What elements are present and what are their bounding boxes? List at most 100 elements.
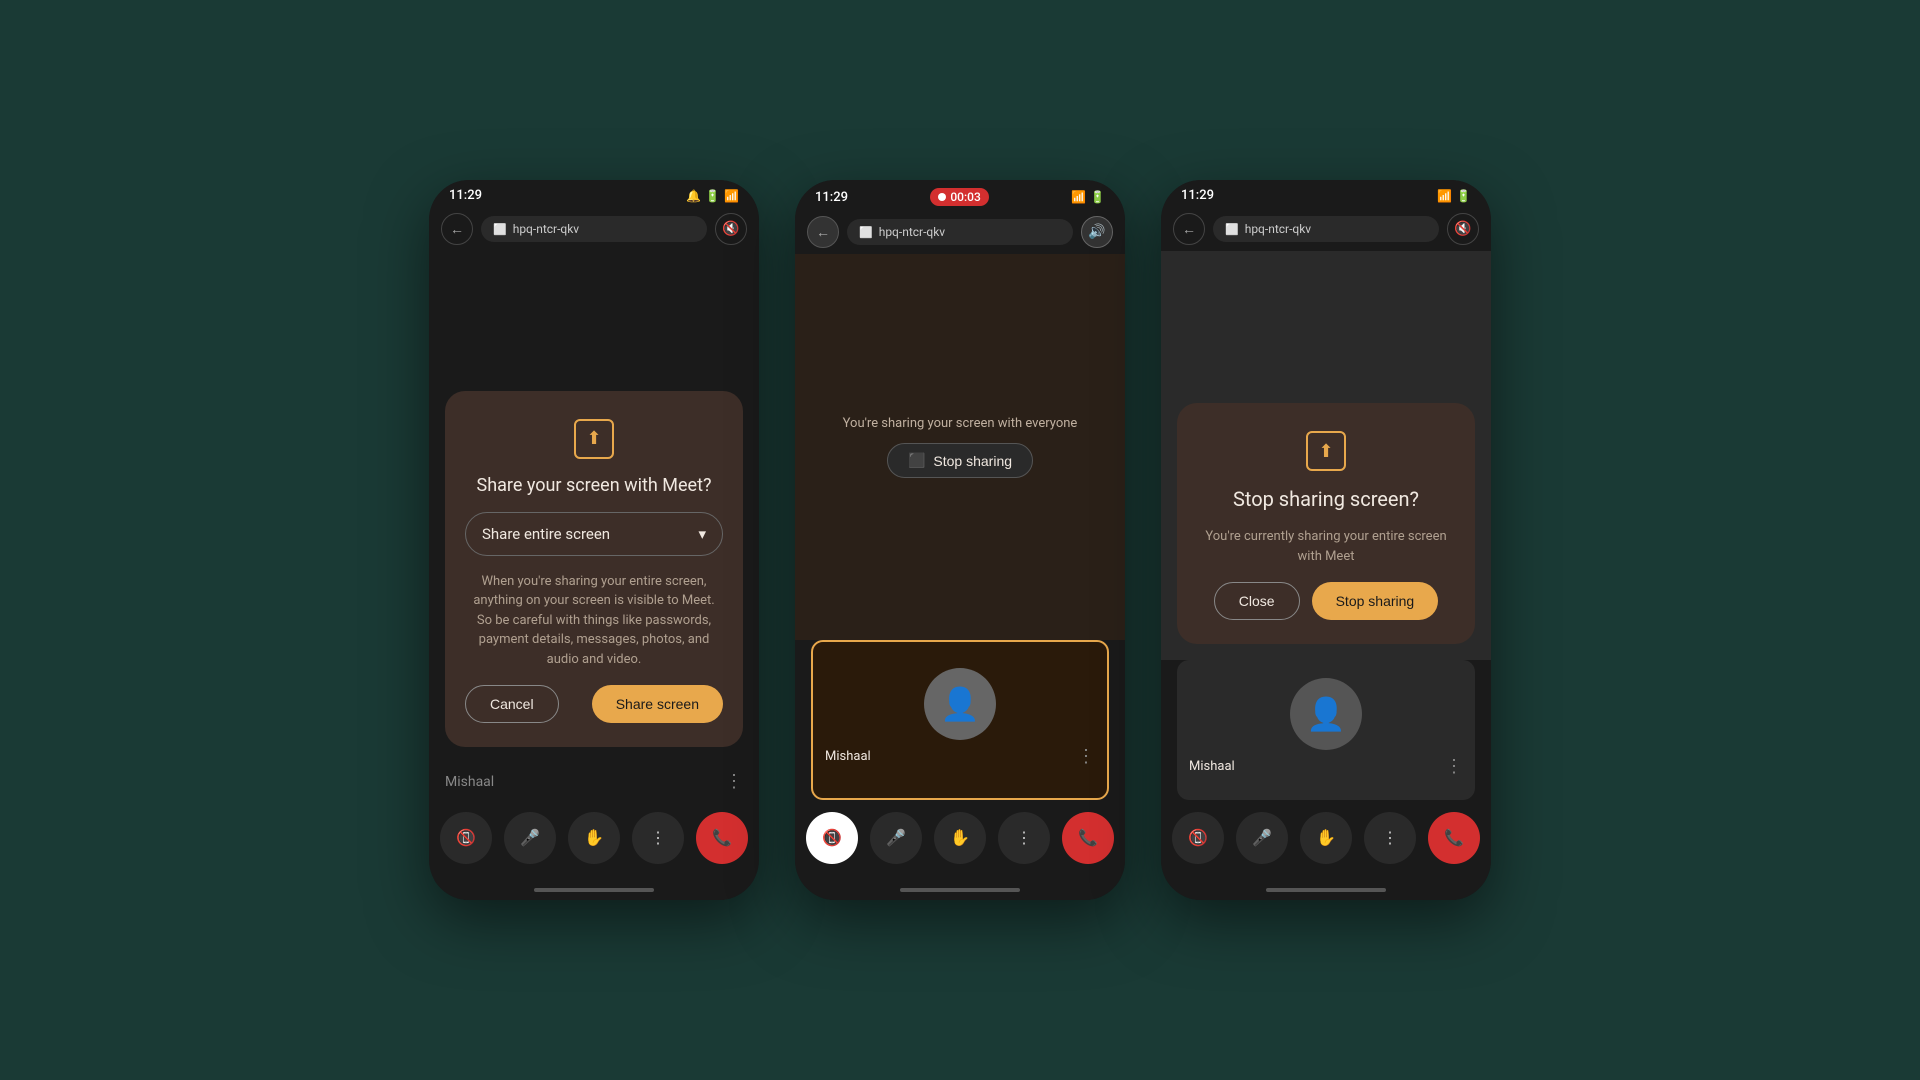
url-bar-1[interactable]: ⬜ hpq-ntcr-qkv [481, 216, 707, 242]
url-text-2: hpq-ntcr-qkv [879, 225, 945, 239]
home-indicator-2 [795, 880, 1125, 900]
share-screen-button[interactable]: Share screen [592, 685, 723, 723]
stop-sharing-confirm-button[interactable]: Stop sharing [1312, 582, 1439, 620]
dropdown-label: Share entire screen [482, 525, 610, 543]
battery-icon: 🔋 [705, 189, 720, 203]
hand-icon-1: ✋ [584, 828, 604, 848]
time-1: 11:29 [449, 188, 482, 203]
home-bar-3 [1266, 888, 1386, 892]
participant-info-3: Mishaal ⋮ [1177, 750, 1475, 783]
hand-button-3[interactable]: ✋ [1300, 812, 1352, 864]
stop-share-icon: ⬆ [1306, 431, 1346, 471]
upload-icon: ⬆ [586, 428, 601, 449]
close-button-3[interactable]: Close [1214, 582, 1300, 620]
end-call-button-2[interactable]: 📞 [1062, 812, 1114, 864]
participant-name-3: Mishaal [1189, 759, 1235, 774]
end-call-button-3[interactable]: 📞 [1428, 812, 1480, 864]
participant-card-3: 👤 Mishaal ⋮ [1177, 660, 1475, 800]
stop-sharing-dialog: ⬆ Stop sharing screen? You're currently … [1177, 403, 1475, 644]
url-bar-3[interactable]: ⬜ hpq-ntcr-qkv [1213, 216, 1439, 242]
controls-2: 📵 🎤 ✋ ⋮ 📞 [795, 800, 1125, 880]
phone-content-3: ⬆ Stop sharing screen? You're currently … [1161, 251, 1491, 800]
recording-dot [938, 193, 946, 201]
hand-icon-3: ✋ [1316, 828, 1336, 848]
participant-more-3[interactable]: ⋮ [1445, 756, 1463, 777]
camera-button-1[interactable]: 📵 [440, 812, 492, 864]
phone-content-2: You're sharing your screen with everyone… [795, 254, 1125, 800]
mic-button-1[interactable]: 🎤 [504, 812, 556, 864]
sound-button-1[interactable]: 🔇 [715, 213, 747, 245]
home-indicator-1 [429, 880, 759, 900]
back-button-2[interactable]: ← [807, 216, 839, 248]
back-arrow-icon-3: ← [1182, 221, 1196, 238]
end-call-icon-2: 📞 [1078, 828, 1098, 848]
avatar-2: 👤 [924, 668, 996, 740]
end-call-icon-1: 📞 [712, 828, 732, 848]
more-options-1[interactable]: ⋮ [725, 771, 743, 792]
hand-button-2[interactable]: ✋ [934, 812, 986, 864]
phone-1: 11:29 🔔 🔋 📶 ← ⬜ hpq-ntcr-qkv 🔇 [429, 180, 759, 900]
modal-overlay-1: ⬆ Share your screen with Meet? Share ent… [429, 251, 759, 763]
mic-button-3[interactable]: 🎤 [1236, 812, 1288, 864]
battery-icon-2: 🔋 [1090, 190, 1105, 204]
nav-bar-3: ← ⬜ hpq-ntcr-qkv 🔇 [1161, 207, 1491, 251]
more-button-2[interactable]: ⋮ [998, 812, 1050, 864]
status-icons-3: 📶 🔋 [1437, 189, 1471, 203]
back-button-1[interactable]: ← [441, 213, 473, 245]
dialog-title: Share your screen with Meet? [477, 475, 712, 496]
phone-3: 11:29 📶 🔋 ← ⬜ hpq-ntcr-qkv 🔇 ⬆ [1161, 180, 1491, 900]
camera-button-3[interactable]: 📵 [1172, 812, 1224, 864]
chevron-down-icon: ▾ [698, 525, 706, 543]
status-bar-3: 11:29 📶 🔋 [1161, 180, 1491, 207]
back-arrow-icon-1: ← [450, 221, 464, 238]
home-bar-1 [534, 888, 654, 892]
stop-dialog-title: Stop sharing screen? [1233, 487, 1419, 511]
screen-type-dropdown[interactable]: Share entire screen ▾ [465, 512, 723, 556]
end-call-icon-3: 📞 [1444, 828, 1464, 848]
nav-bar-2: ← ⬜ hpq-ntcr-qkv 🔊 [795, 210, 1125, 254]
home-bar-2 [900, 888, 1020, 892]
status-bar-2: 11:29 00:03 📶 🔋 [795, 180, 1125, 210]
mic-icon-3: 🎤 [1252, 828, 1272, 848]
mic-icon-2: 🎤 [886, 828, 906, 848]
nav-bar-1: ← ⬜ hpq-ntcr-qkv 🔇 [429, 207, 759, 251]
more-button-1[interactable]: ⋮ [632, 812, 684, 864]
sound-icon-1: 🔇 [722, 221, 739, 237]
more-icon-2: ⋮ [1016, 828, 1032, 848]
status-icons-1: 🔔 🔋 📶 [686, 189, 739, 203]
mic-button-2[interactable]: 🎤 [870, 812, 922, 864]
wifi-icon-3: 📶 [1437, 189, 1452, 203]
more-icon-3: ⋮ [1382, 828, 1398, 848]
participant-more-2[interactable]: ⋮ [1077, 746, 1095, 767]
camera-button-2[interactable]: 📵 [806, 812, 858, 864]
phone-content-1: ⬆ Share your screen with Meet? Share ent… [429, 251, 759, 763]
share-warning-text: When you're sharing your entire screen, … [465, 572, 723, 670]
share-dialog: ⬆ Share your screen with Meet? Share ent… [445, 391, 743, 748]
back-button-3[interactable]: ← [1173, 213, 1205, 245]
hand-button-1[interactable]: ✋ [568, 812, 620, 864]
stop-dialog-buttons: Close Stop sharing [1214, 582, 1438, 620]
user-name-1: Mishaal [445, 774, 494, 790]
upload-icon-3: ⬆ [1318, 441, 1333, 462]
battery-icon-3: 🔋 [1456, 189, 1471, 203]
sound-button-2[interactable]: 🔊 [1081, 216, 1113, 248]
wifi-icon: 📶 [724, 189, 739, 203]
notification-icon: 🔔 [686, 189, 701, 203]
cancel-button[interactable]: Cancel [465, 685, 559, 723]
camera-off-icon: 📵 [456, 828, 476, 848]
sound-button-3[interactable]: 🔇 [1447, 213, 1479, 245]
time-2: 11:29 [815, 190, 848, 205]
stop-sharing-button[interactable]: ⬛ Stop sharing [887, 443, 1033, 478]
phone-2: 11:29 00:03 📶 🔋 ← ⬜ hpq-ntcr-qkv 🔊 [795, 180, 1125, 900]
recording-badge: 00:03 [930, 188, 988, 206]
end-call-button-1[interactable]: 📞 [696, 812, 748, 864]
url-bar-2[interactable]: ⬜ hpq-ntcr-qkv [847, 219, 1073, 245]
sharing-message: You're sharing your screen with everyone [843, 416, 1078, 431]
participant-name-2: Mishaal [825, 749, 871, 764]
more-button-3[interactable]: ⋮ [1364, 812, 1416, 864]
more-icon-1: ⋮ [650, 828, 666, 848]
participant-info-2: Mishaal ⋮ [813, 740, 1107, 773]
back-arrow-icon-2: ← [816, 224, 830, 241]
tab-icon-1: ⬜ [493, 223, 507, 236]
time-3: 11:29 [1181, 188, 1214, 203]
